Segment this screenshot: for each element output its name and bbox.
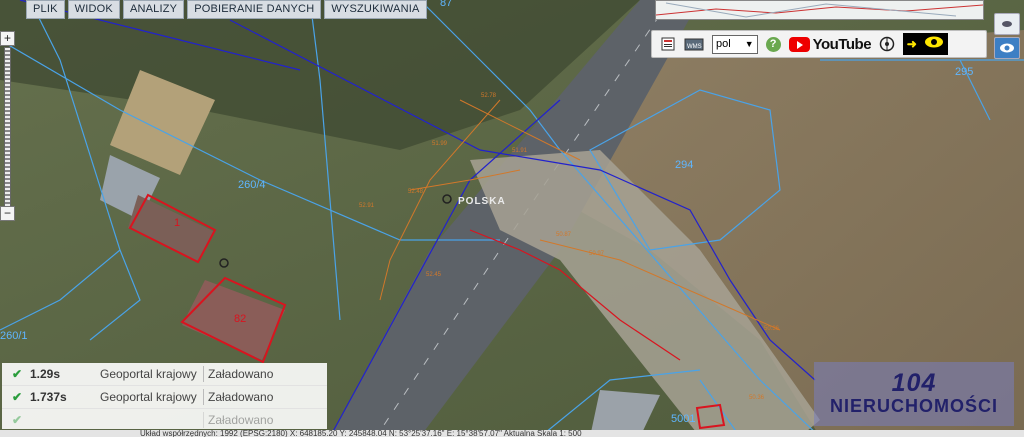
divider xyxy=(203,389,204,405)
main-menu: PLIK WIDOK ANALIZY POBIERANIE DANYCH WYS… xyxy=(26,0,427,19)
visibility-toggle[interactable] xyxy=(994,37,1020,59)
youtube-label: YouTube xyxy=(812,35,872,53)
print-icon[interactable] xyxy=(660,36,676,52)
elevation-label: 52.78 xyxy=(481,93,497,99)
divider xyxy=(203,412,204,428)
menu-plik[interactable]: PLIK xyxy=(26,0,65,19)
parcel-label: 87 xyxy=(440,0,452,9)
menu-wyszukiwania[interactable]: WYSZUKIWANIA xyxy=(324,0,427,19)
layer-name: Geoportal krajowy xyxy=(100,390,197,404)
status-row: ✔ 1.29s Geoportal krajowy Załadowano xyxy=(2,363,327,386)
parcel-label: 294 xyxy=(675,159,693,171)
layer-name: Geoportal krajowy xyxy=(100,367,197,381)
check-icon: ✔ xyxy=(12,367,23,381)
elevation-label: 50.87 xyxy=(556,232,572,238)
overview-minimap[interactable] xyxy=(655,0,984,20)
zoom-slider[interactable] xyxy=(4,47,11,221)
chevron-down-icon: ▼ xyxy=(744,39,754,49)
language-select[interactable]: pol ▼ xyxy=(712,34,758,54)
minimap-lines xyxy=(656,2,983,18)
parcel-label: 5001 xyxy=(671,413,695,425)
zoom-control: + − xyxy=(0,31,15,221)
status-row: ✔ Załadowano xyxy=(2,409,327,432)
load-time: 1.29s xyxy=(30,367,61,381)
elevation-label: 52.45 xyxy=(426,272,442,278)
parcel-label: 260/1 xyxy=(0,330,28,342)
menu-analizy[interactable]: ANALIZY xyxy=(122,0,185,19)
parcel-label: 295 xyxy=(955,66,973,78)
menu-pobieranie-danych[interactable]: POBIERANIE DANYCH xyxy=(187,0,322,19)
accessibility-icon: ➜ xyxy=(906,37,917,51)
logo-number: 104 xyxy=(891,369,937,397)
elevation-label: 50.36 xyxy=(749,395,765,401)
layer-state: Załadowano xyxy=(208,367,274,381)
zoom-in-button[interactable]: + xyxy=(0,31,15,46)
elevation-label: 52.48 xyxy=(408,189,424,195)
youtube-link[interactable]: YouTube xyxy=(788,35,872,53)
elevation-label: 50.36 xyxy=(764,326,780,332)
check-icon: ✔ xyxy=(12,413,23,427)
coordinate-bar: Układ współrzędnych: 1992 (EPSG:2180) X:… xyxy=(0,430,1024,437)
agency-logo: 104 NIERUCHOMOŚCI xyxy=(814,362,1014,426)
check-icon: ✔ xyxy=(12,390,23,404)
place-label: POLSKA xyxy=(458,196,506,207)
layer-state: Załadowano xyxy=(208,390,274,404)
svg-text:WMS: WMS xyxy=(687,44,702,50)
menu-widok[interactable]: WIDOK xyxy=(67,0,120,19)
building-label: 1 xyxy=(174,217,180,229)
language-value: pol xyxy=(716,38,731,50)
layer-state: Załadowano xyxy=(208,413,274,427)
elevation-label: 51.91 xyxy=(512,148,528,154)
parcel-label: 260/4 xyxy=(238,179,266,191)
map-toolbar: WMS pol ▼ ? YouTube ➜ xyxy=(651,30,987,58)
globe-icon[interactable] xyxy=(879,36,895,52)
layers-icon[interactable] xyxy=(994,13,1020,35)
elevation-label: 50.97 xyxy=(589,251,605,257)
status-row: ✔ 1.737s Geoportal krajowy Załadowano xyxy=(2,386,327,409)
zoom-out-button[interactable]: − xyxy=(0,206,15,221)
logo-text: NIERUCHOMOŚCI xyxy=(829,396,998,416)
youtube-icon xyxy=(788,36,810,52)
measure-icon[interactable]: WMS xyxy=(684,36,704,52)
elevation-label: 51.99 xyxy=(432,141,448,147)
load-time: 1.737s xyxy=(30,390,67,404)
elevation-label: 52.91 xyxy=(359,203,375,209)
help-icon[interactable]: ? xyxy=(765,36,781,52)
right-tool-strip xyxy=(994,0,1024,66)
building-label: 82 xyxy=(234,313,246,325)
layer-load-status: ✔ 1.29s Geoportal krajowy Załadowano ✔ 1… xyxy=(2,363,327,432)
eye-icon xyxy=(924,35,944,54)
divider xyxy=(203,366,204,382)
accessibility-button[interactable]: ➜ xyxy=(903,33,949,55)
